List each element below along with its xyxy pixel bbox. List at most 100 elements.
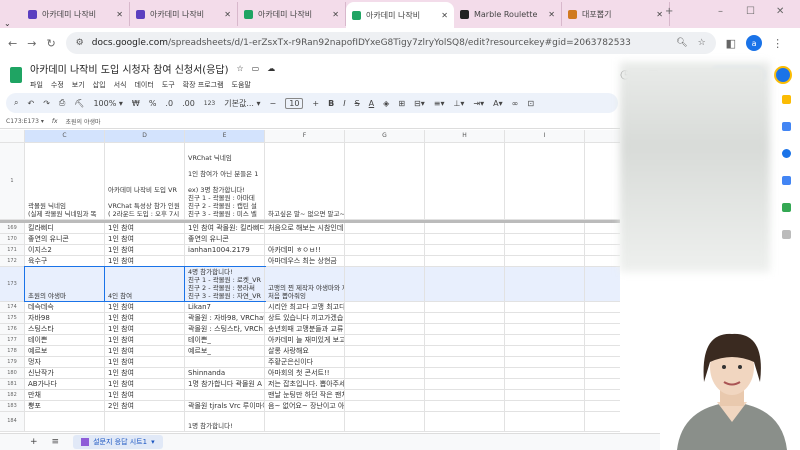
cell[interactable]: 하고싶은 말~ 없으면 말고~: [265, 143, 345, 219]
cell[interactable]: 고맹의 찐 제작자 야생마와 제자(망아지) 들입니다 처음 뽑아줘잉: [265, 267, 345, 301]
column-header-i[interactable]: I: [505, 130, 585, 142]
increase-font-size-button[interactable]: +: [312, 99, 319, 108]
cell[interactable]: 아카데미 늘 재미있게 보고있습니다 이번에 승리하길 바랍니다 화이팅! 전향…: [265, 335, 345, 345]
row-number[interactable]: 1: [0, 143, 25, 219]
add-addon-icon[interactable]: [781, 230, 791, 239]
cell[interactable]: 1인 참여: [105, 368, 185, 378]
cell[interactable]: [345, 245, 425, 255]
column-header-d[interactable]: D: [105, 130, 185, 142]
row-number[interactable]: 176: [0, 324, 25, 334]
cell[interactable]: [505, 313, 585, 323]
valign-icon[interactable]: ⊥▾: [453, 99, 464, 108]
row-number[interactable]: [0, 130, 25, 142]
zoom-select[interactable]: 100% ▾: [93, 99, 122, 108]
cell[interactable]: 만채: [25, 390, 105, 400]
cell[interactable]: [105, 412, 185, 431]
maps-icon[interactable]: [781, 203, 791, 212]
cell[interactable]: [505, 302, 585, 312]
tab-close-icon[interactable]: ✕: [656, 10, 663, 19]
comment-icon[interactable]: ⊡: [527, 99, 534, 108]
cell[interactable]: [585, 390, 620, 400]
row-number[interactable]: 178: [0, 346, 25, 356]
cell[interactable]: [505, 143, 585, 219]
add-sheet-button[interactable]: +: [30, 437, 38, 447]
wrap-icon[interactable]: ⇥▾: [473, 99, 484, 108]
tab-close-icon[interactable]: ✕: [548, 10, 555, 19]
bookmark-star-icon[interactable]: ☆: [698, 38, 706, 48]
font-select[interactable]: 기본값... ▾: [224, 98, 260, 109]
name-box[interactable]: C173:E173 ▾: [6, 118, 44, 125]
cell[interactable]: 곽몰원 : 스팅스타, VRCh: [185, 324, 265, 334]
column-header-g[interactable]: G: [345, 130, 425, 142]
cell[interactable]: 데슥데슥: [25, 302, 105, 312]
cell[interactable]: [585, 130, 620, 142]
cell[interactable]: 곽몰원 : 자바98, VRChat: [185, 313, 265, 323]
tab-list-button[interactable]: ⌄: [4, 19, 22, 28]
browser-tab[interactable]: Marble Roulette ✕: [454, 2, 562, 26]
cell[interactable]: 살롱 사랑해요: [265, 346, 345, 356]
cell[interactable]: 4인 참여: [104, 266, 186, 302]
cell[interactable]: 1인 참여: [105, 357, 185, 367]
cell[interactable]: 뿡포: [25, 401, 105, 411]
cell[interactable]: [345, 223, 425, 233]
cell[interactable]: [345, 346, 425, 356]
cell[interactable]: 곽몰원 닉네임 (실제 곽몰원 닉네임과 똑: [25, 143, 105, 219]
cell[interactable]: [425, 368, 505, 378]
column-header-c[interactable]: C: [25, 130, 105, 142]
cell[interactable]: 1인 참여: [105, 245, 185, 255]
cell[interactable]: 1인 참여: [105, 302, 185, 312]
cell[interactable]: [425, 390, 505, 400]
cell[interactable]: [425, 412, 505, 431]
cell[interactable]: [585, 357, 620, 367]
fill-color-icon[interactable]: ◈: [383, 99, 389, 108]
cell[interactable]: [345, 267, 425, 301]
cell[interactable]: 1인 참여: [105, 234, 185, 244]
cell[interactable]: 1인 참여: [105, 390, 185, 400]
cell[interactable]: [505, 256, 585, 266]
cell[interactable]: [585, 256, 620, 266]
row-number[interactable]: 179: [0, 357, 25, 367]
cell[interactable]: AB가나다: [25, 379, 105, 389]
cell[interactable]: [425, 379, 505, 389]
cell[interactable]: 1인 참여 곽몰원: 킬라삐디: [185, 223, 265, 233]
menu-item[interactable]: 도움말: [232, 80, 251, 90]
cell[interactable]: 1인 참여: [105, 223, 185, 233]
cell[interactable]: Shinnanda: [185, 368, 265, 378]
close-window-button[interactable]: ✕: [776, 6, 784, 17]
cell[interactable]: 아마회의 첫 콘서트!!: [265, 368, 345, 378]
cell[interactable]: 저는 잡초입니다. 뽑아주세요!!: [265, 379, 345, 389]
cell[interactable]: [425, 223, 505, 233]
cell[interactable]: 1명 참가합니다!: [185, 412, 265, 431]
calendar-icon[interactable]: [781, 122, 791, 131]
cell[interactable]: [25, 412, 105, 431]
cell[interactable]: 처음으로 해보는 시참인데 꼭 당첨될 수 있기를 ): [265, 223, 345, 233]
cell[interactable]: 아마데우스 최는 상현금: [265, 256, 345, 266]
increase-decimal-icon[interactable]: .00: [182, 99, 195, 108]
tab-close-icon[interactable]: ✕: [224, 10, 231, 19]
row-number[interactable]: 171: [0, 245, 25, 255]
number-format-button[interactable]: 123: [204, 100, 215, 107]
cell[interactable]: [505, 390, 585, 400]
cell[interactable]: 1인 참여: [105, 335, 185, 345]
browser-tab[interactable]: 아카데미 나작비 ✕: [346, 2, 454, 28]
sheet-tab[interactable]: 설문지 응답 시트1 ▾: [73, 435, 163, 449]
cell[interactable]: 1명 참가합니다 곽몰원 A: [185, 379, 265, 389]
cell[interactable]: [585, 324, 620, 334]
row-number[interactable]: 169: [0, 223, 25, 233]
cell[interactable]: [425, 401, 505, 411]
cell[interactable]: 음~ 없어요~ 장난이고 아마회님 사랑합니다~: [265, 401, 345, 411]
cell[interactable]: [425, 313, 505, 323]
cell[interactable]: 4명 참가합니다! 친구 1 - 곽몰원 : 로켓_VR 친구 2 - 곽몰원 …: [184, 266, 266, 302]
menu-item[interactable]: 데이터: [134, 80, 153, 90]
forward-icon[interactable]: →: [27, 37, 36, 50]
browser-tab[interactable]: 아카데미 나작비 ✕: [22, 2, 130, 26]
cell[interactable]: 송년회때 고맹분들과 교류 많이 못한 한을 풀때가 왔습니다 잘부탁드립니다: [265, 324, 345, 334]
cell[interactable]: 아카데미 ㅎㅇㅂ!!: [265, 245, 345, 255]
row-number[interactable]: 184: [0, 412, 25, 431]
site-info-icon[interactable]: ⚙: [76, 38, 84, 48]
cell[interactable]: [265, 234, 345, 244]
cell[interactable]: [425, 302, 505, 312]
cell[interactable]: 상트 있습니다 끼고가겠습니다 아마회님 아카데미 모두 사랑합니다: [265, 313, 345, 323]
cell[interactable]: [185, 390, 265, 400]
cell[interactable]: 곽몰원 tjrals Vrc 루이마이: [185, 401, 265, 411]
